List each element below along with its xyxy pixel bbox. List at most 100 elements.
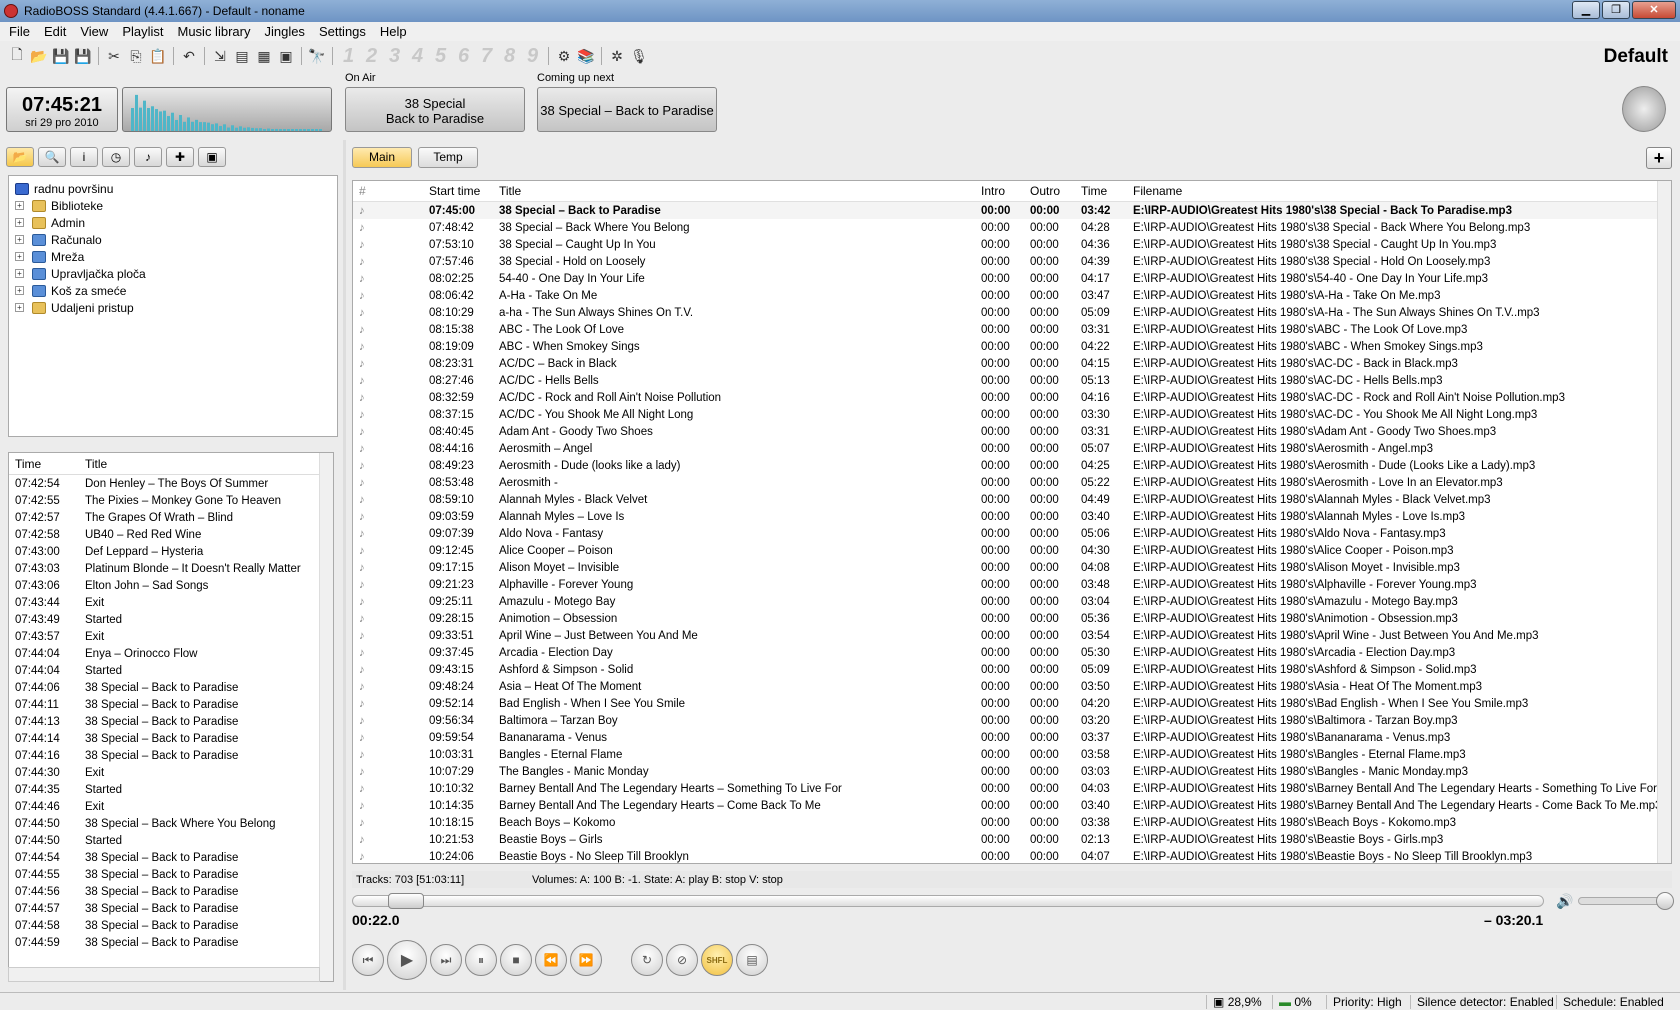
tree-item[interactable]: + Upravljačka ploča — [9, 265, 337, 282]
playlist-col-intro[interactable]: Intro — [975, 184, 1024, 198]
history-row[interactable]: 07:43:06 Elton John – Sad Songs — [9, 577, 333, 594]
window-tab[interactable]: ▣ — [198, 147, 226, 167]
tree-item[interactable]: + Mreža — [9, 248, 337, 265]
open-folder-icon[interactable]: 📂 — [28, 45, 50, 67]
playlist-button-5[interactable]: 5 — [429, 45, 452, 68]
playlist-button-3[interactable]: 3 — [383, 45, 406, 68]
playlist-col-title[interactable]: Title — [485, 184, 975, 198]
add-folder-icon[interactable]: ▣ — [275, 45, 297, 67]
playlist-row[interactable]: ♪ 09:12:45 Alice Cooper – Poison 00:00 00:00… — [353, 542, 1671, 559]
plugin-tab[interactable]: ✚ — [166, 147, 194, 167]
save-icon[interactable]: 💾 — [50, 45, 72, 67]
playlist-row[interactable]: ♪ 10:21:53 Beastie Boys – Girls 00:00 00:00 0… — [353, 831, 1671, 848]
history-row[interactable]: 07:42:54 Don Henley – The Boys Of Summer — [9, 475, 333, 492]
history-col-time[interactable]: Time — [9, 457, 79, 471]
history-row[interactable]: 07:44:57 38 Special – Back to Paradise — [9, 900, 333, 917]
add-tracks-icon[interactable]: ▤ — [231, 45, 253, 67]
menu-jingles[interactable]: Jingles — [257, 24, 311, 39]
volume-slider[interactable] — [1578, 892, 1674, 910]
playlist-row[interactable]: ♪ 08:19:09 ABC - When Smokey Sings 00:00 00:… — [353, 338, 1671, 355]
playlist-button-4[interactable]: 4 — [406, 45, 429, 68]
playlist-row[interactable]: ♪ 10:24:06 Beastie Boys - No Sleep Till Br… — [353, 848, 1671, 863]
tree-item[interactable]: + Admin — [9, 214, 337, 231]
save-as-icon[interactable]: 💾 — [72, 45, 94, 67]
rewind-icon[interactable]: ⏪ — [535, 944, 567, 976]
add-playlist-tab-button[interactable]: + — [1646, 147, 1672, 169]
history-row[interactable]: 07:43:00 Def Leppard – Hysteria — [9, 543, 333, 560]
menu-playlist[interactable]: Playlist — [115, 24, 170, 39]
minimize-button[interactable]: ▁ — [1572, 1, 1600, 19]
history-row[interactable]: 07:44:46 Exit — [9, 798, 333, 815]
playlist-row[interactable]: ♪ 09:17:15 Alison Moyet – Invisible 00:00 00… — [353, 559, 1671, 576]
playlist-row[interactable]: ♪ 09:37:45 Arcadia - Election Day 00:00 00:0… — [353, 644, 1671, 661]
playlist-row[interactable]: ♪ 07:53:10 38 Special – Caught Up In You 00… — [353, 236, 1671, 253]
playlist-row[interactable]: ♪ 08:02:25 54-40 - One Day In Your Life 00:… — [353, 270, 1671, 287]
playlist-row[interactable]: ♪ 07:57:46 38 Special - Hold on Loosely 00:… — [353, 253, 1671, 270]
volume-icon[interactable]: 🔊 — [1556, 893, 1573, 910]
tree-item[interactable]: + Koš za smeće — [9, 282, 337, 299]
playlist-row[interactable]: ♪ 08:23:31 AC/DC – Back in Black 00:00 00:00… — [353, 355, 1671, 372]
volume-thumb[interactable] — [1655, 892, 1674, 910]
microphone-icon[interactable]: 🎙 — [628, 45, 650, 67]
history-row[interactable]: 07:43:57 Exit — [9, 628, 333, 645]
playlist-row[interactable]: ♪ 08:15:38 ABC - The Look Of Love 00:00 00:0… — [353, 321, 1671, 338]
expand-icon[interactable]: + — [15, 201, 24, 210]
cut-icon[interactable]: ✂ — [103, 45, 125, 67]
history-row[interactable]: 07:42:57 The Grapes Of Wrath – Blind — [9, 509, 333, 526]
history-row[interactable]: 07:44:59 38 Special – Back to Paradise — [9, 934, 333, 951]
history-col-title[interactable]: Title — [79, 457, 333, 471]
history-row[interactable]: 07:43:49 Started — [9, 611, 333, 628]
copy-icon[interactable]: ⎘ — [125, 45, 147, 67]
playlist-row[interactable]: ♪ 09:03:59 Alannah Myles – Love Is 00:00 00:… — [353, 508, 1671, 525]
paste-icon[interactable]: 📋 — [147, 45, 169, 67]
playlist-col-time[interactable]: Time — [1075, 184, 1125, 198]
expand-icon[interactable]: + — [15, 269, 24, 278]
stop-icon[interactable]: ■ — [500, 944, 532, 976]
menu-edit[interactable]: Edit — [37, 24, 73, 39]
playlist-button-6[interactable]: 6 — [452, 45, 475, 68]
headphones-icon[interactable] — [1622, 86, 1666, 132]
playlist-row[interactable]: ♪ 09:28:15 Animotion – Obsession 00:00 00:00… — [353, 610, 1671, 627]
expand-icon[interactable]: + — [15, 303, 24, 312]
playlist-row[interactable]: ♪ 08:44:16 Aerosmith – Angel 00:00 00:00 05:0… — [353, 440, 1671, 457]
playlist-mode-icon[interactable]: ▤ — [736, 944, 768, 976]
panel-splitter[interactable] — [343, 140, 346, 990]
history-row[interactable]: 07:44:50 Started — [9, 832, 333, 849]
history-row[interactable]: 07:44:30 Exit — [9, 764, 333, 781]
playlist-row[interactable]: ♪ 09:07:39 Aldo Nova - Fantasy 00:00 00:00 05… — [353, 525, 1671, 542]
tab-temp[interactable]: Temp — [418, 147, 478, 168]
stop-after-icon[interactable]: ⊘ — [666, 944, 698, 976]
expand-icon[interactable]: + — [15, 218, 24, 227]
close-button[interactable]: ✕ — [1632, 1, 1676, 19]
playlist-row[interactable]: ♪ 07:45:00 38 Special – Back to Paradise 00… — [353, 202, 1671, 219]
history-row[interactable]: 07:43:44 Exit — [9, 594, 333, 611]
playlist-row[interactable]: ♪ 09:52:14 Bad English - When I See You Sm… — [353, 695, 1671, 712]
history-scrollbar[interactable] — [319, 453, 333, 981]
playlist-col-outro[interactable]: Outro — [1024, 184, 1075, 198]
shuffle-icon[interactable]: SHFL — [701, 944, 733, 976]
playlist-row[interactable]: ♪ 08:49:23 Aerosmith - Dude (looks like a … — [353, 457, 1671, 474]
history-row[interactable]: 07:44:54 38 Special – Back to Paradise — [9, 849, 333, 866]
history-row[interactable]: 07:44:50 38 Special – Back Where You Belo… — [9, 815, 333, 832]
playlist-row[interactable]: ♪ 08:10:29 a-ha - The Sun Always Shines On… — [353, 304, 1671, 321]
tree-item[interactable]: radnu površinu — [9, 180, 337, 197]
music-tab[interactable]: ♪ — [134, 147, 162, 167]
menu-file[interactable]: File — [2, 24, 37, 39]
folder-browser-tab[interactable]: 📂 — [6, 147, 34, 167]
clock-tab[interactable]: ◷ — [102, 147, 130, 167]
seek-bar[interactable] — [352, 893, 1544, 909]
settings-gear-icon[interactable]: ⚙ — [553, 45, 575, 67]
playlist-row[interactable]: ♪ 09:48:24 Asia – Heat Of The Moment 00:00 0… — [353, 678, 1671, 695]
repeat-icon[interactable]: ↻ — [631, 944, 663, 976]
undo-icon[interactable]: ↶ — [178, 45, 200, 67]
playlist-row[interactable]: ♪ 09:59:54 Bananarama - Venus 00:00 00:00 03:… — [353, 729, 1671, 746]
expand-icon[interactable]: + — [15, 252, 24, 261]
playlist-scrollbar[interactable] — [1657, 181, 1671, 863]
find-icon[interactable]: 🔭 — [306, 45, 328, 67]
insert-track-icon[interactable]: ⇲ — [209, 45, 231, 67]
menu-settings[interactable]: Settings — [312, 24, 373, 39]
tab-main[interactable]: Main — [352, 147, 412, 168]
playlist-col-starttime[interactable]: Start time — [413, 184, 485, 198]
pause-icon[interactable]: ⏸ — [465, 944, 497, 976]
history-row[interactable]: 07:44:04 Enya – Orinocco Flow — [9, 645, 333, 662]
